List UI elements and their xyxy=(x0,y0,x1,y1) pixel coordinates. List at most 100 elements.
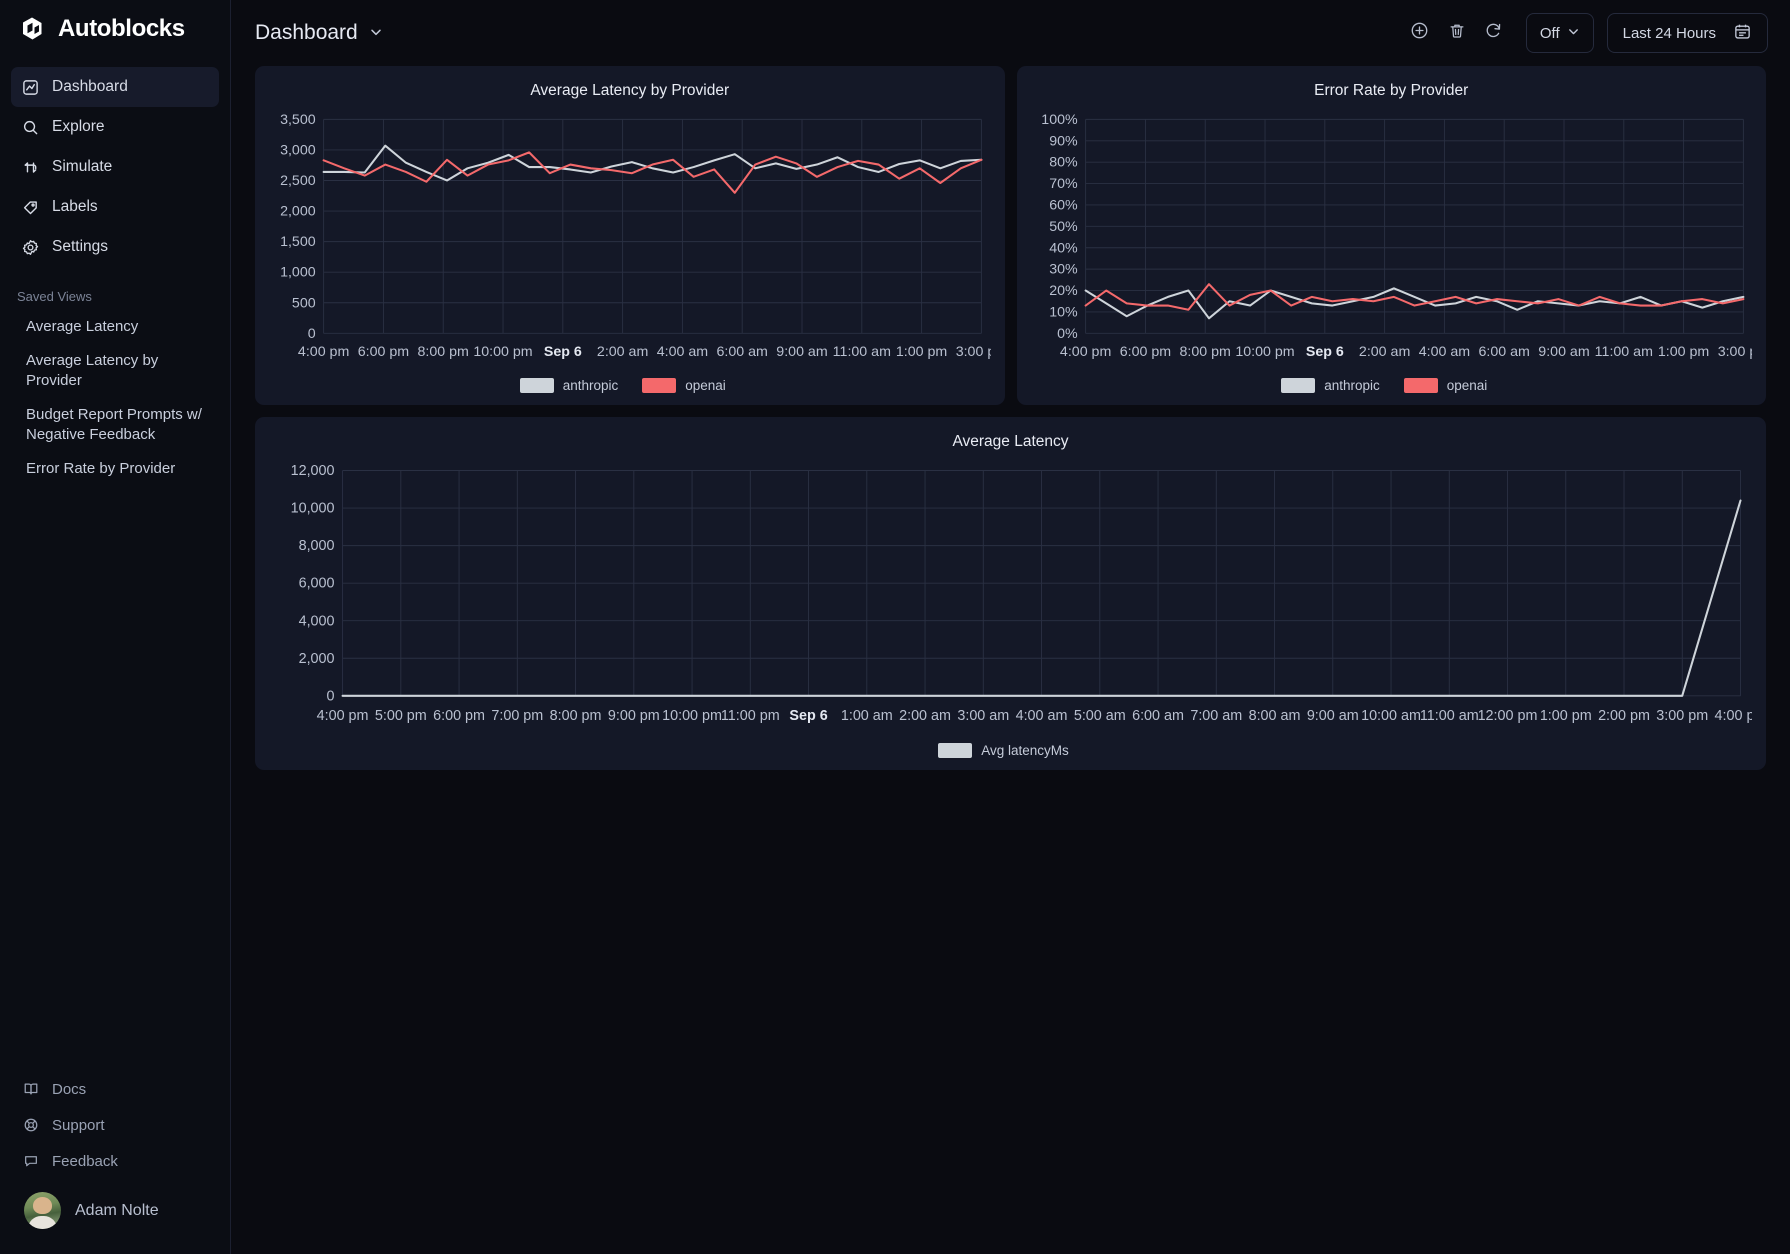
x-axis-tick: 11:00 am xyxy=(1594,344,1652,360)
x-axis-tick: 3:00 pm xyxy=(1656,708,1708,724)
x-axis-tick: 4:00 pm xyxy=(298,344,349,360)
x-axis-tick: 2:00 am xyxy=(1358,344,1409,360)
x-axis-tick: 4:00 am xyxy=(1418,344,1469,360)
refresh-button[interactable] xyxy=(1477,16,1511,50)
sidebar-item-simulate[interactable]: Simulate xyxy=(11,147,219,187)
y-axis-tick: 10,000 xyxy=(291,500,335,516)
x-axis-tick: 5:00 am xyxy=(1074,708,1126,724)
panel-error-rate-by-provider: Error Rate by Provider 0% 10% 20% 30% 40% 50%… xyxy=(1016,66,1766,405)
x-axis-tick: 1:00 pm xyxy=(1540,708,1592,724)
sidebar-item-docs[interactable]: Docs xyxy=(11,1071,220,1107)
delete-dashboard-button[interactable] xyxy=(1440,16,1474,50)
saved-views-heading: Saved Views xyxy=(17,289,92,304)
x-axis-tick: 1:00 am xyxy=(841,708,893,724)
chart-line-icon xyxy=(22,79,39,96)
sidebar-item-feedback[interactable]: Feedback xyxy=(11,1143,220,1179)
x-axis-tick: 1:00 pm xyxy=(1657,344,1708,360)
saved-view-item[interactable]: Average Latency xyxy=(12,310,202,344)
sidebar-item-labels[interactable]: Labels xyxy=(11,187,219,227)
panel-row-top: Average Latency by Provider 0 500 1,000 1,5… xyxy=(255,66,1766,405)
time-range-label: Last 24 Hours xyxy=(1622,24,1716,42)
y-axis-tick: 0% xyxy=(1057,326,1078,342)
page-title[interactable]: Dashboard xyxy=(255,21,383,45)
saved-view-item[interactable]: Average Latency by Provider xyxy=(12,344,202,398)
search-icon xyxy=(22,119,39,136)
trash-icon xyxy=(1448,22,1466,45)
legend-item[interactable]: openai xyxy=(642,377,726,393)
chart-legend: anthropic openai xyxy=(1031,377,1753,393)
legend-item[interactable]: Avg latencyMs xyxy=(938,742,1069,758)
legend-label: openai xyxy=(1446,377,1488,393)
y-axis-tick: 30% xyxy=(1049,262,1078,278)
user-name: Adam Nolte xyxy=(75,1201,159,1219)
x-axis-tick: Sep 6 xyxy=(1305,344,1343,360)
legend-item[interactable]: anthropic xyxy=(519,377,619,393)
legend-item[interactable]: anthropic xyxy=(1281,377,1380,393)
x-axis-tick: 12:00 pm xyxy=(1478,708,1538,724)
auto-refresh-select[interactable]: Off xyxy=(1525,13,1594,53)
x-axis-tick: 3:00 pm xyxy=(956,344,991,360)
panel-title: Error Rate by Provider xyxy=(1314,82,1469,99)
y-axis-tick: 0 xyxy=(308,326,316,342)
y-axis-tick: 0 xyxy=(327,688,335,704)
chart-legend: Avg latencyMs xyxy=(269,742,1752,758)
x-axis-tick: 7:00 am xyxy=(1190,708,1242,724)
legend-label: openai xyxy=(685,377,726,393)
sidebar-bottom-nav: Docs Support Feedback Adam Nolte xyxy=(0,1071,231,1254)
topbar-actions: Off Last 24 Hours xyxy=(1403,13,1768,53)
chart-average-latency[interactable]: 0 2,000 4,000 6,000 8,000 10,000 12,000 4:00 pm… xyxy=(269,459,1752,735)
saved-view-item[interactable]: Error Rate by Provider xyxy=(12,452,202,486)
time-range-picker[interactable]: Last 24 Hours xyxy=(1606,13,1768,53)
legend-label: anthropic xyxy=(562,377,619,393)
panel-title: Average Latency xyxy=(952,432,1069,450)
sidebar-item-label: Feedback xyxy=(52,1152,118,1170)
sidebar-item-settings[interactable]: Settings xyxy=(11,227,219,267)
sidebar-item-label: Explore xyxy=(52,118,105,135)
y-axis-tick: 500 xyxy=(292,295,316,311)
page-title-label: Dashboard xyxy=(255,21,358,44)
x-axis-tick: 10:00 pm xyxy=(473,344,532,360)
legend-item[interactable]: openai xyxy=(1403,377,1488,393)
panel-average-latency: Average Latency 0 2,000 4,000 6,000 8,000 10,… xyxy=(255,416,1766,770)
x-axis-tick: 1:00 pm xyxy=(896,344,947,360)
panel-average-latency-by-provider: Average Latency by Provider 0 500 1,000 1,5… xyxy=(255,66,1005,405)
y-axis-tick: 100% xyxy=(1041,112,1078,128)
y-axis-tick: 2,500 xyxy=(280,173,316,189)
chart-average-latency-by-provider[interactable]: 0 500 1,000 1,500 2,000 2,500 3,000 3,500 4:00 p… xyxy=(269,108,991,370)
x-axis-tick: Sep 6 xyxy=(544,344,582,360)
x-axis-tick: 9:00 am xyxy=(1538,344,1589,360)
y-axis-tick: 20% xyxy=(1049,283,1078,299)
x-axis-tick: 4:00 pm xyxy=(1059,344,1110,360)
legend-label: Avg latencyMs xyxy=(981,742,1069,758)
primary-nav: Dashboard Explore Simulate Labels Settin… xyxy=(0,58,230,267)
y-axis-tick: 12,000 xyxy=(291,463,335,479)
sidebar-item-explore[interactable]: Explore xyxy=(11,107,219,147)
y-axis-tick: 1,500 xyxy=(280,234,316,250)
brand[interactable]: Autoblocks xyxy=(0,0,230,58)
saved-view-item[interactable]: Budget Report Prompts w/ Negative Feedba… xyxy=(12,398,202,452)
y-axis-tick: 90% xyxy=(1049,133,1078,149)
sidebar-item-dashboard[interactable]: Dashboard xyxy=(11,67,219,107)
gear-icon xyxy=(22,239,39,256)
y-axis-tick: 1,000 xyxy=(280,265,316,281)
chart-canvas: 0 2,000 4,000 6,000 8,000 10,000 12,000 4:00 pm… xyxy=(291,463,1752,724)
brand-name: Autoblocks xyxy=(58,15,185,42)
x-axis-tick: 8:00 pm xyxy=(1179,344,1230,360)
user-profile[interactable]: Adam Nolte xyxy=(11,1179,220,1242)
legend-swatch-avg-latency xyxy=(938,742,973,758)
sidebar-item-support[interactable]: Support xyxy=(11,1107,220,1143)
topbar: Dashboard Off Last 24 Hours xyxy=(231,0,1790,66)
x-axis-tick: 8:00 pm xyxy=(418,344,469,360)
chart-canvas: 0 500 1,000 1,500 2,000 2,500 3,000 3,500 4:00 p… xyxy=(280,112,991,360)
x-axis-tick: Sep 6 xyxy=(789,708,827,724)
x-axis-tick: 6:00 am xyxy=(1478,344,1529,360)
app-root: Autoblocks Dashboard Explore Simulate La… xyxy=(0,0,1790,1254)
x-axis-tick: 2:00 am xyxy=(597,344,648,360)
chart-error-rate-by-provider[interactable]: 0% 10% 20% 30% 40% 50% 60% 70% 80% 90% 100% 4:00 pm… xyxy=(1031,108,1752,370)
x-axis-tick: 3:00 am xyxy=(957,708,1009,724)
x-axis-tick: 10:00 pm xyxy=(662,708,722,724)
y-axis-tick: 80% xyxy=(1049,155,1078,171)
sidebar-item-label: Simulate xyxy=(52,158,113,175)
add-panel-button[interactable] xyxy=(1403,16,1437,50)
lifebuoy-icon xyxy=(22,1117,39,1134)
